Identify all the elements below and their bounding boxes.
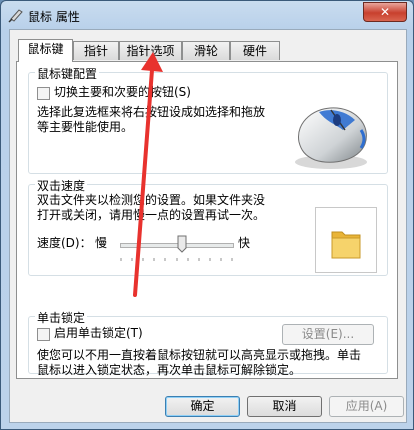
- tab-pointers[interactable]: 指针: [73, 41, 119, 60]
- double-click-speed-thumb[interactable]: [177, 235, 187, 253]
- click-lock-description-line1: 使您可以不用一直按着鼠标按钮就可以高亮显示或拖拽。单击: [37, 348, 362, 362]
- tab-wheel[interactable]: 滑轮: [182, 41, 230, 60]
- dialog-client-area: 鼠标键 指针 指针选项 滑轮 硬件 鼠标键配置 切换主要和次要的按钮(S) 选择…: [9, 29, 407, 423]
- mouse-illustration-icon: [295, 107, 367, 169]
- window-title: 鼠标 属性: [28, 10, 80, 24]
- speed-slow-label: 慢: [95, 236, 108, 250]
- swap-buttons-label[interactable]: 切换主要和次要的按钮(S): [54, 85, 191, 100]
- mouse-app-icon: [8, 9, 23, 23]
- speed-fast-label: 快: [238, 236, 251, 250]
- double-click-speed-label: 双击速度: [35, 177, 88, 194]
- double-click-description-line2: 打开或关闭，请用慢一点的设置再试一次。: [37, 208, 266, 222]
- double-click-description-line1: 双击文件夹以检测您的设置。如果文件夹没: [37, 193, 266, 207]
- click-lock-checkbox-label[interactable]: 启用单击锁定(T): [54, 326, 143, 341]
- click-lock-checkbox[interactable]: [37, 328, 50, 341]
- click-lock-settings-button[interactable]: 设置(E)...: [282, 324, 374, 345]
- tab-pointer-options[interactable]: 指针选项: [119, 41, 182, 60]
- apply-button[interactable]: 应用(A): [329, 396, 404, 417]
- click-lock-label: 单击锁定: [35, 309, 88, 326]
- tab-hardware[interactable]: 硬件: [230, 41, 280, 60]
- swap-buttons-description-line1: 选择此复选框来将右按钮设成如选择和拖放: [37, 105, 266, 119]
- click-lock-description-line2: 鼠标以进入锁定状态，再次单击鼠标可解除锁定。: [37, 363, 302, 377]
- title-bar[interactable]: 鼠标 属性 ✕: [1, 1, 413, 29]
- test-folder-area[interactable]: [315, 207, 377, 273]
- folder-icon: [331, 231, 361, 259]
- cancel-button[interactable]: 取消: [247, 396, 322, 417]
- speed-label: 速度(D)：: [37, 236, 92, 250]
- tab-panel-buttons: 鼠标键配置 切换主要和次要的按钮(S) 选择此复选框来将右按钮设成如选择和拖放 …: [16, 61, 398, 379]
- mouse-properties-window: 鼠标 属性 ✕ 鼠标键 指针 指针选项 滑轮 硬件 鼠标键配置 切换主要和次要的…: [0, 0, 414, 430]
- close-button[interactable]: ✕: [363, 2, 407, 22]
- tab-buttons[interactable]: 鼠标键: [18, 39, 73, 62]
- ok-button[interactable]: 确定: [165, 396, 240, 417]
- button-configuration-label: 鼠标键配置: [35, 65, 100, 82]
- speed-slider-ticks: [120, 258, 233, 261]
- swap-buttons-checkbox[interactable]: [37, 87, 50, 100]
- swap-buttons-description-line2: 等主要性能使用。: [37, 120, 134, 134]
